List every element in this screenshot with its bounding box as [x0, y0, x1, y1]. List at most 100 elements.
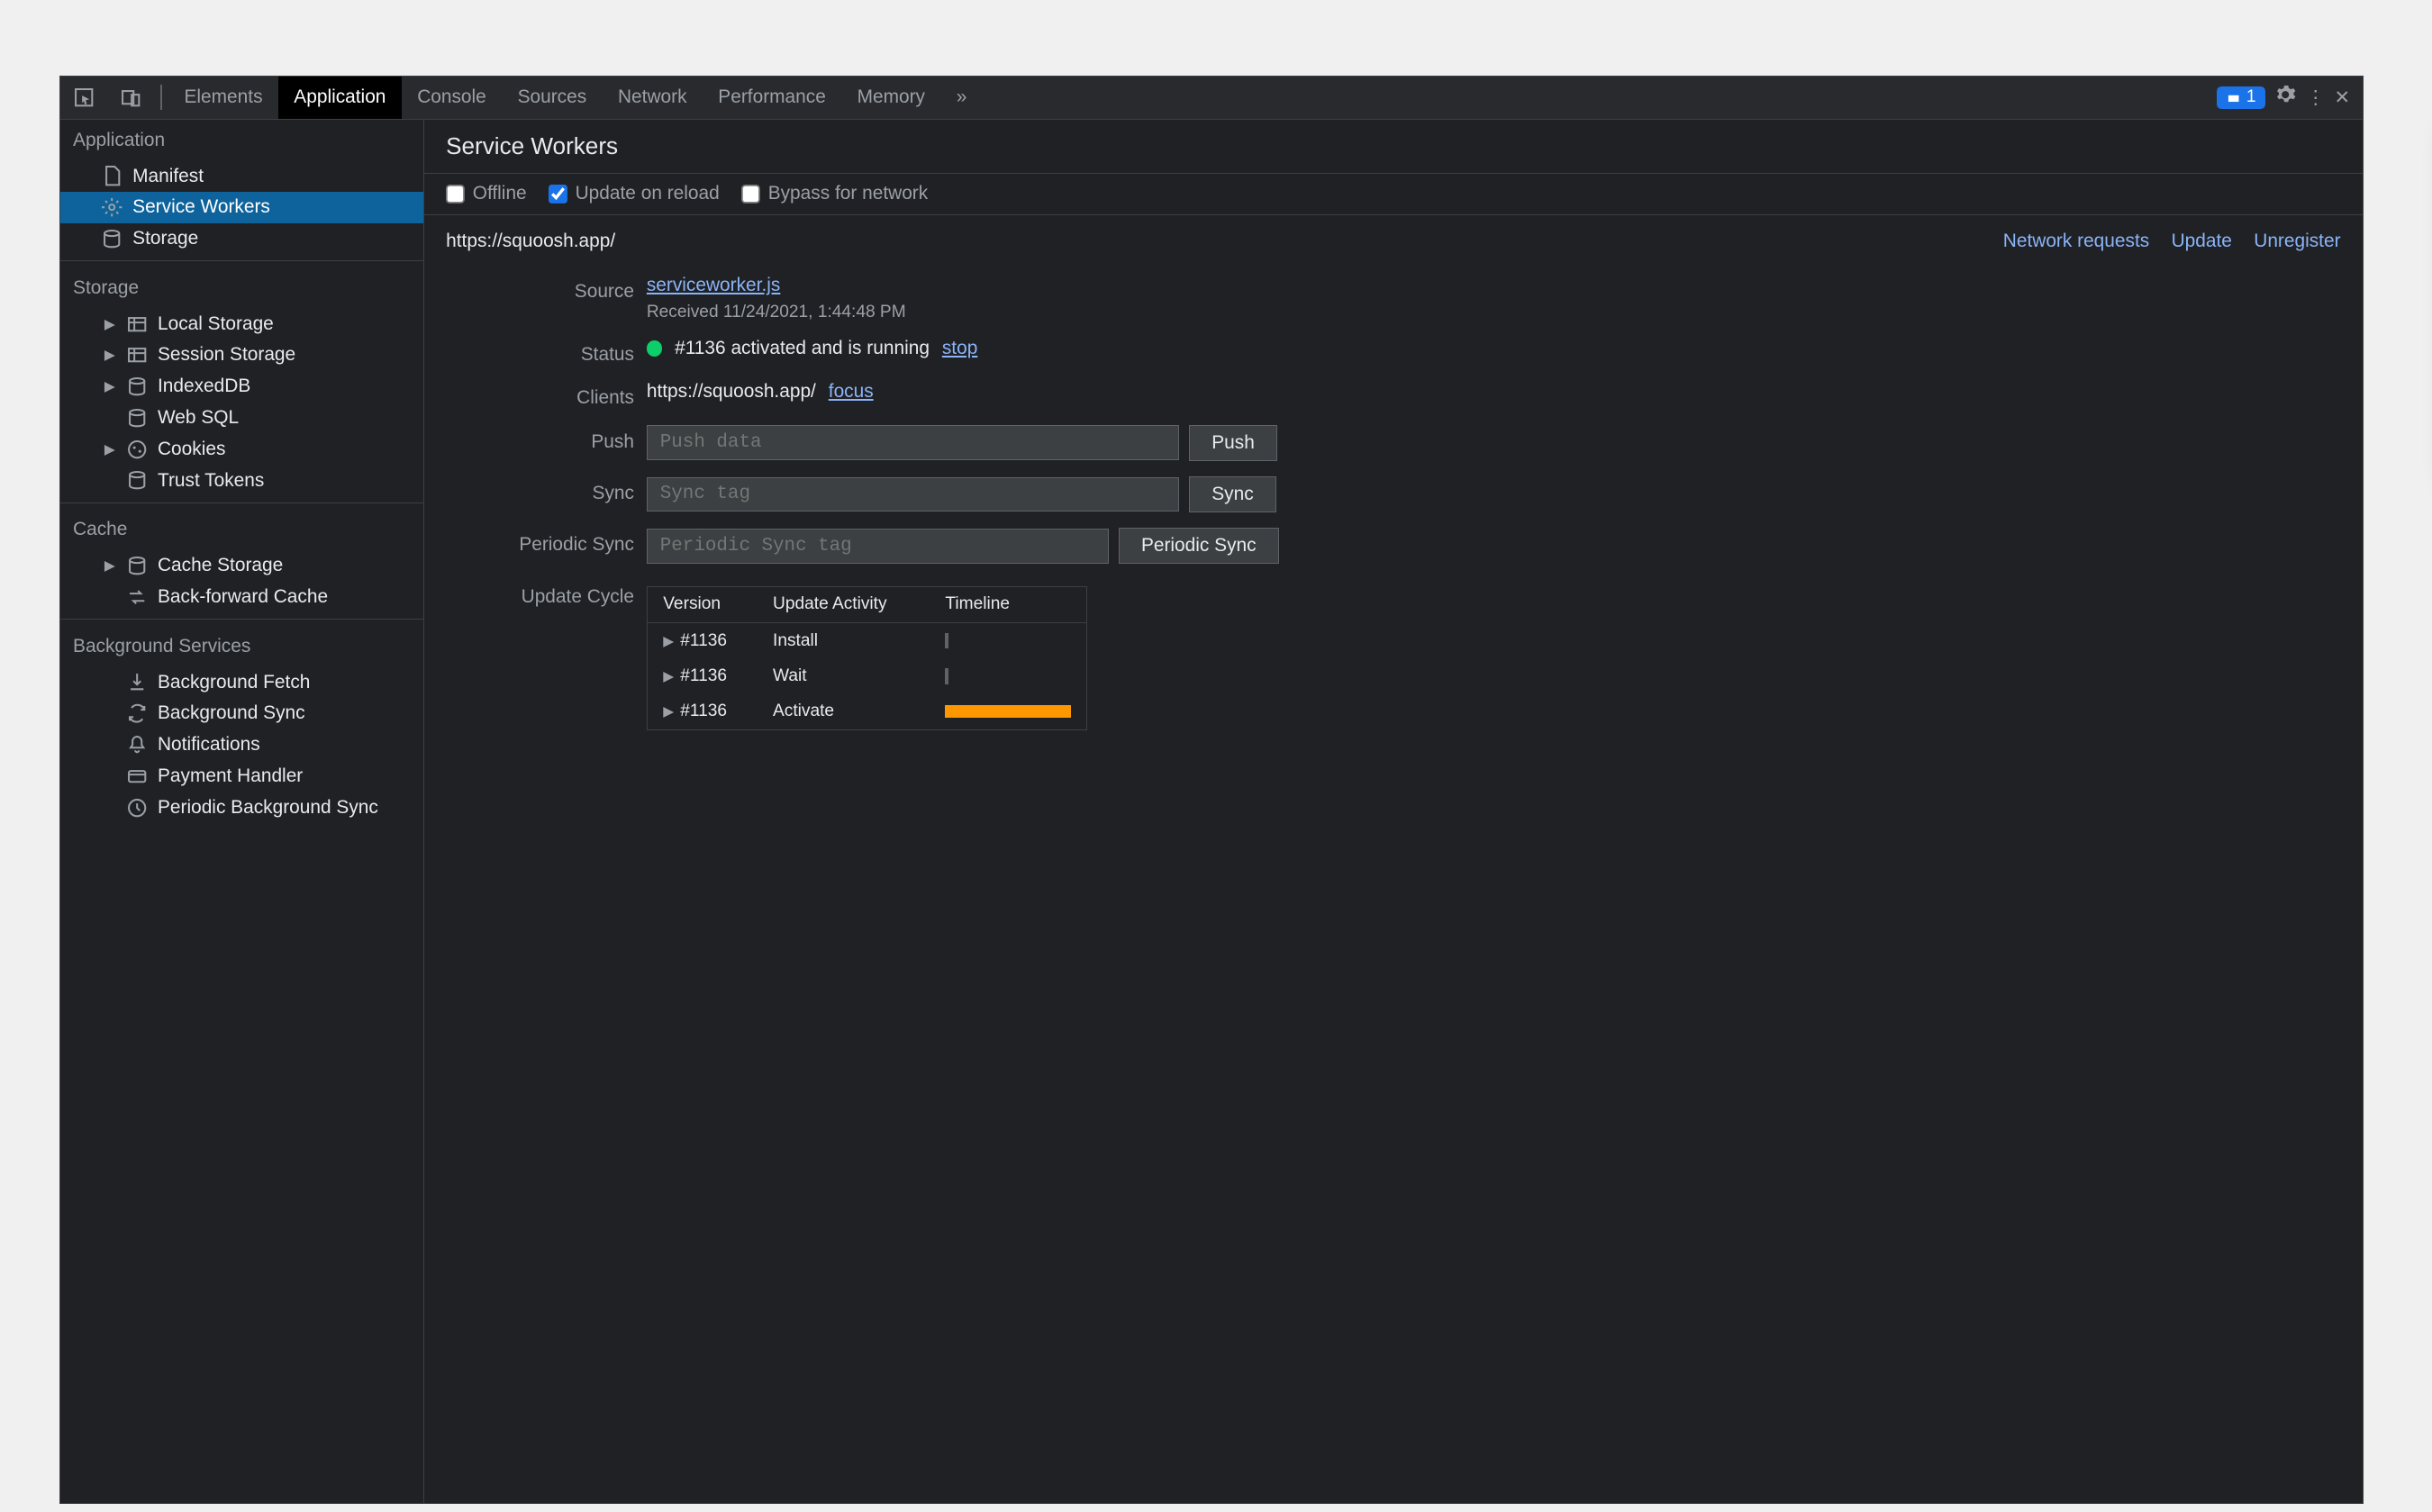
label: Update on reload	[576, 183, 720, 204]
device-toggle-icon[interactable]	[107, 86, 154, 108]
chrome-tabs-bar: Elements Application Console Sources Net…	[60, 77, 2363, 121]
client-url: https://squoosh.app/	[647, 381, 816, 403]
tab-memory[interactable]: Memory	[841, 77, 940, 120]
label: Cookies	[158, 439, 225, 460]
chk-update-reload[interactable]: Update on reload	[549, 183, 720, 204]
lbl-clients: Clients	[446, 381, 634, 409]
cookie-icon	[126, 439, 148, 460]
badge-count: 1	[2246, 87, 2256, 107]
tab-elements[interactable]: Elements	[168, 77, 278, 120]
source-received: Received 11/24/2021, 1:44:48 PM	[647, 303, 906, 322]
bell-icon	[126, 734, 148, 756]
label: Manifest	[132, 166, 204, 187]
table-row: ▶#1136 Activate	[648, 694, 1086, 729]
tab-application[interactable]: Application	[278, 77, 402, 120]
database-icon	[126, 376, 148, 397]
cell: Activate	[758, 694, 930, 729]
issues-badge[interactable]: 1	[2217, 86, 2265, 109]
divider	[160, 85, 162, 110]
link-stop[interactable]: stop	[942, 338, 977, 359]
label: Trust Tokens	[158, 470, 264, 492]
sidebar-section-bg-services: Background Services	[60, 626, 423, 666]
arrows-icon	[126, 586, 148, 608]
sidebar-item-notifications[interactable]: ▶Notifications	[60, 729, 423, 761]
table-icon	[126, 313, 148, 335]
tabs-overflow-icon[interactable]: »	[940, 77, 982, 120]
sidebar-item-session-storage[interactable]: ▶Session Storage	[60, 340, 423, 371]
chrome-devtools-panel: Elements Application Console Sources Net…	[59, 76, 2364, 1505]
sidebar-item-manifest[interactable]: Manifest	[60, 160, 423, 192]
sidebar-item-trust-tokens[interactable]: ▶Trust Tokens	[60, 465, 423, 496]
sidebar-item-local-storage[interactable]: ▶Local Storage	[60, 308, 423, 340]
label: Web SQL	[158, 407, 239, 429]
source-file-link[interactable]: serviceworker.js	[647, 275, 906, 296]
timeline-bar	[945, 705, 1070, 718]
settings-gear-icon[interactable]	[2274, 84, 2296, 111]
chk-offline[interactable]: Offline	[446, 183, 527, 204]
document-icon	[101, 165, 123, 186]
label: Session Storage	[158, 344, 295, 366]
more-menu-icon[interactable]: ⋮	[2306, 86, 2325, 109]
tab-console[interactable]: Console	[402, 77, 502, 120]
sw-checkbox-row: Offline Update on reload Bypass for netw…	[424, 174, 2363, 215]
sidebar-item-service-workers[interactable]: Service Workers	[60, 192, 423, 223]
sw-origin: https://squoosh.app/	[446, 231, 615, 252]
chrome-main-panel: Service Workers Offline Update on reload…	[424, 120, 2363, 1503]
cell: #1136	[680, 666, 727, 685]
push-button[interactable]: Push	[1189, 425, 1277, 461]
push-input[interactable]	[647, 425, 1180, 460]
inspect-element-icon[interactable]	[60, 86, 107, 108]
sidebar-item-payment[interactable]: ▶Payment Handler	[60, 761, 423, 792]
sync-icon	[126, 702, 148, 724]
link-focus[interactable]: focus	[829, 381, 874, 403]
sidebar-section-storage: Storage	[60, 267, 423, 308]
close-icon[interactable]: ✕	[2335, 86, 2351, 109]
label: Back-forward Cache	[158, 586, 328, 608]
sidebar-item-bg-sync[interactable]: ▶Background Sync	[60, 698, 423, 729]
expand-icon[interactable]: ▶	[663, 704, 680, 720]
expand-icon[interactable]: ▶	[663, 634, 680, 649]
sync-button[interactable]: Sync	[1189, 476, 1276, 512]
label: Background Sync	[158, 702, 305, 724]
page-title: Service Workers	[424, 120, 2363, 174]
sidebar-item-bg-fetch[interactable]: ▶Background Fetch	[60, 666, 423, 698]
label: Local Storage	[158, 313, 274, 335]
sidebar-item-cache-storage[interactable]: ▶Cache Storage	[60, 550, 423, 582]
card-icon	[126, 765, 148, 787]
timeline-tick	[945, 668, 948, 684]
tab-network[interactable]: Network	[603, 77, 703, 120]
cell: Install	[758, 623, 930, 658]
lbl-source: Source	[446, 275, 634, 303]
sidebar-item-websql[interactable]: ▶Web SQL	[60, 403, 423, 434]
label: Periodic Background Sync	[158, 797, 378, 819]
label: Storage	[132, 228, 198, 249]
expand-icon[interactable]: ▶	[663, 669, 680, 684]
lbl-sync: Sync	[446, 476, 634, 504]
gear-icon	[101, 196, 123, 218]
label: Bypass for network	[768, 183, 929, 204]
cell: Wait	[758, 658, 930, 693]
label: Payment Handler	[158, 765, 303, 787]
sidebar-item-storage[interactable]: Storage	[60, 223, 423, 255]
tab-performance[interactable]: Performance	[703, 77, 841, 120]
periodic-sync-input[interactable]	[647, 529, 1109, 564]
sidebar-item-indexeddb[interactable]: ▶IndexedDB	[60, 371, 423, 403]
sidebar-section-application: Application	[60, 120, 423, 160]
link-update[interactable]: Update	[2172, 231, 2232, 252]
lbl-status: Status	[446, 338, 634, 366]
link-unregister[interactable]: Unregister	[2254, 231, 2340, 252]
chk-bypass[interactable]: Bypass for network	[741, 183, 928, 204]
link-network-requests[interactable]: Network requests	[2003, 231, 2149, 252]
sidebar-item-cookies[interactable]: ▶Cookies	[60, 433, 423, 465]
sidebar-item-bf-cache[interactable]: ▶Back-forward Cache	[60, 582, 423, 613]
clock-icon	[126, 797, 148, 819]
database-icon	[101, 228, 123, 249]
status-dot-icon	[647, 340, 662, 356]
tab-sources[interactable]: Sources	[502, 77, 602, 120]
periodic-sync-button[interactable]: Periodic Sync	[1119, 528, 1279, 564]
sidebar-item-periodic-sync[interactable]: ▶Periodic Background Sync	[60, 792, 423, 823]
sync-input[interactable]	[647, 477, 1180, 512]
status-text: #1136 activated and is running	[675, 338, 930, 359]
label: Service Workers	[132, 196, 270, 218]
cell: #1136	[680, 631, 727, 650]
